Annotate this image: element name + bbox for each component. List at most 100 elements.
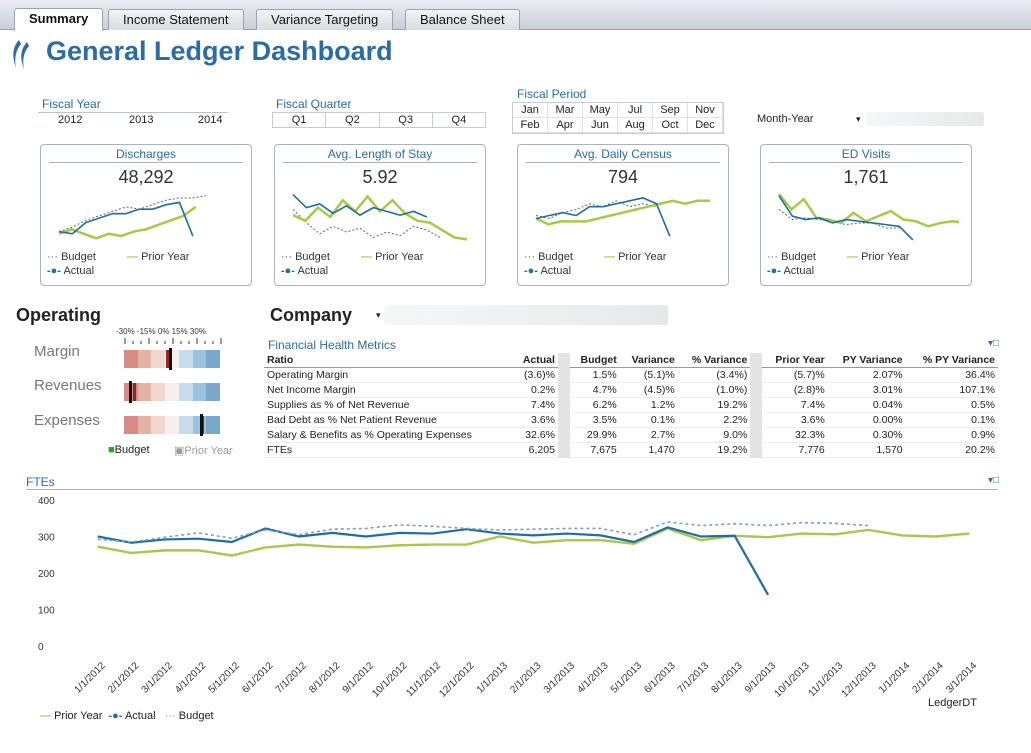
table-cell: 19.2% (677, 397, 751, 413)
table-cell: 0.1% (619, 412, 678, 428)
table-cell: Supplies as % of Net Revenue (264, 397, 513, 413)
company-label: Company (270, 305, 353, 325)
table-cell: (3.6)% (512, 367, 558, 383)
fiscal-year-2012[interactable]: 2012 (58, 114, 82, 126)
bullet-band (151, 416, 166, 434)
quarter-q1[interactable]: Q1 (273, 113, 327, 127)
col-variance[interactable]: Variance (619, 353, 678, 368)
x-tick-label: 10/1/2012 (370, 660, 410, 700)
y-tick-label: 400 (38, 496, 55, 507)
x-tick-label: 12/1/2012 (437, 660, 477, 700)
period-jul[interactable]: Jul (618, 103, 653, 118)
period-aug[interactable]: Aug (618, 118, 653, 133)
period-jan[interactable]: Jan (513, 103, 548, 118)
column-gap (557, 442, 570, 458)
y-tick-label: 0 (38, 642, 44, 653)
quarter-q3[interactable]: Q3 (380, 113, 433, 127)
table-cell: 1.2% (619, 397, 678, 413)
table-cell: 0.9% (905, 427, 998, 443)
col-py-variance[interactable]: PY Variance (827, 353, 906, 368)
fiscal-quarter-list: Q1 Q2 Q3 Q4 (272, 112, 486, 128)
table-cell: 3.6% (512, 412, 558, 428)
bullet-band (192, 350, 207, 368)
column-gap (557, 427, 570, 443)
operating-expenses-label: Expenses (34, 412, 100, 429)
tab-income-statement[interactable]: Income Statement (108, 9, 244, 30)
table-row[interactable]: Bad Debt as % Net Patient Revenue 3.6% 3.5… (264, 412, 998, 428)
month-year-search-input[interactable] (866, 112, 984, 126)
col-prior-year[interactable]: Prior Year (762, 353, 828, 368)
period-jun[interactable]: Jun (583, 118, 618, 133)
table-row[interactable]: FTEs 6,205 7,675 1,470 19.2% 7,776 1,570 20.2% (264, 442, 998, 458)
table-cell: 2.2% (677, 412, 751, 428)
company-dropdown-icon[interactable]: ▾ (376, 310, 381, 321)
col-actual[interactable]: Actual (512, 353, 558, 368)
legend-actual: Actual (124, 710, 156, 722)
table-menu-icon[interactable]: ▾□ (988, 338, 999, 349)
budget-marker (199, 414, 203, 436)
table-cell: 2.7% (619, 427, 678, 443)
kpi-sparkline (292, 194, 468, 241)
series-prior-year (778, 193, 959, 228)
x-tick-label: 4/1/2013 (575, 660, 611, 696)
table-cell: 7.4% (762, 397, 828, 413)
fiscal-period-grid: Jan Mar May Jul Sep Nov Feb Apr Jun Aug … (512, 102, 724, 134)
kpi-value: 5.92 (362, 167, 398, 187)
table-cell: (5.1)% (619, 367, 678, 383)
table-cell: 4.7% (569, 382, 620, 398)
col-budget[interactable]: Budget (569, 353, 620, 368)
fiscal-year-2014[interactable]: 2014 (198, 114, 222, 126)
x-tick-label: 2/1/2012 (106, 660, 142, 696)
operating-scale: -30% -15% 0% 15% 30% (116, 327, 206, 336)
operating-title: Operating (16, 305, 102, 325)
table-cell: 7,675 (569, 442, 620, 458)
bullet-band (137, 350, 152, 368)
y-tick-label: 200 (38, 569, 55, 580)
quarter-q2[interactable]: Q2 (326, 113, 380, 127)
col-pct-variance[interactable]: % Variance (677, 353, 751, 368)
series-actual (97, 526, 770, 596)
operating-scale-ticks (124, 338, 222, 344)
legend-budget: ··· Budget (524, 251, 573, 263)
period-mar[interactable]: Mar (548, 103, 583, 118)
tab-summary[interactable]: Summary (14, 8, 104, 31)
x-tick-label: 3/1/2014 (944, 660, 980, 696)
table-cell: (3.4%) (677, 367, 751, 383)
table-cell: 32.6% (512, 427, 558, 443)
quarter-q4[interactable]: Q4 (433, 113, 485, 127)
table-cell: 7.4% (512, 397, 558, 413)
table-row[interactable]: Supplies as % of Net Revenue 7.4% 6.2% 1.2%… (264, 397, 998, 413)
col-ratio[interactable]: Ratio (264, 353, 513, 368)
table-row[interactable]: Salary & Benefits as % Operating Expense… (264, 427, 998, 443)
period-nov[interactable]: Nov (688, 103, 723, 118)
period-sep[interactable]: Sep (653, 103, 688, 118)
table-cell: (5.7)% (762, 367, 828, 383)
legend-budget: Budget (178, 710, 214, 722)
company-search-input[interactable] (384, 305, 668, 325)
period-oct[interactable]: Oct (653, 118, 688, 133)
operating-revenues-bullet (124, 381, 221, 403)
period-dec[interactable]: Dec (688, 118, 723, 133)
table-cell: 0.5% (905, 397, 998, 413)
table-cell: 19.2% (677, 442, 751, 458)
x-tick-label: 12/1/2013 (840, 660, 880, 700)
table-cell: Salary & Benefits as % Operating Expense… (264, 427, 513, 443)
table-cell: 32.3% (762, 427, 828, 443)
kpi-value: 794 (607, 167, 639, 187)
period-feb[interactable]: Feb (513, 118, 548, 133)
fiscal-year-2013[interactable]: 2013 (129, 114, 153, 126)
col-pct-py-variance[interactable]: % PY Variance (905, 353, 998, 368)
tab-balance-sheet[interactable]: Balance Sheet (405, 9, 520, 30)
tab-variance-targeting[interactable]: Variance Targeting (256, 9, 394, 30)
kpi-avg-daily-census: Avg. Daily Census 794 ··· Budget — Prior… (517, 144, 729, 286)
month-year-dropdown-icon[interactable]: ▾ (856, 114, 861, 125)
divider (26, 489, 998, 490)
period-may[interactable]: May (583, 103, 618, 118)
column-gap (557, 397, 570, 413)
period-apr[interactable]: Apr (548, 118, 583, 133)
table-row[interactable]: Operating Margin (3.6)% 1.5% (5.1)% (3.4%) (5… (264, 367, 998, 383)
table-row[interactable]: Net Income Margin 0.2% 4.7% (4.5)% (1.0%) (2.… (264, 382, 998, 398)
table-cell: 29.9% (569, 427, 620, 443)
column-gap (557, 412, 570, 428)
chart-menu-icon[interactable]: ▾□ (988, 475, 999, 486)
